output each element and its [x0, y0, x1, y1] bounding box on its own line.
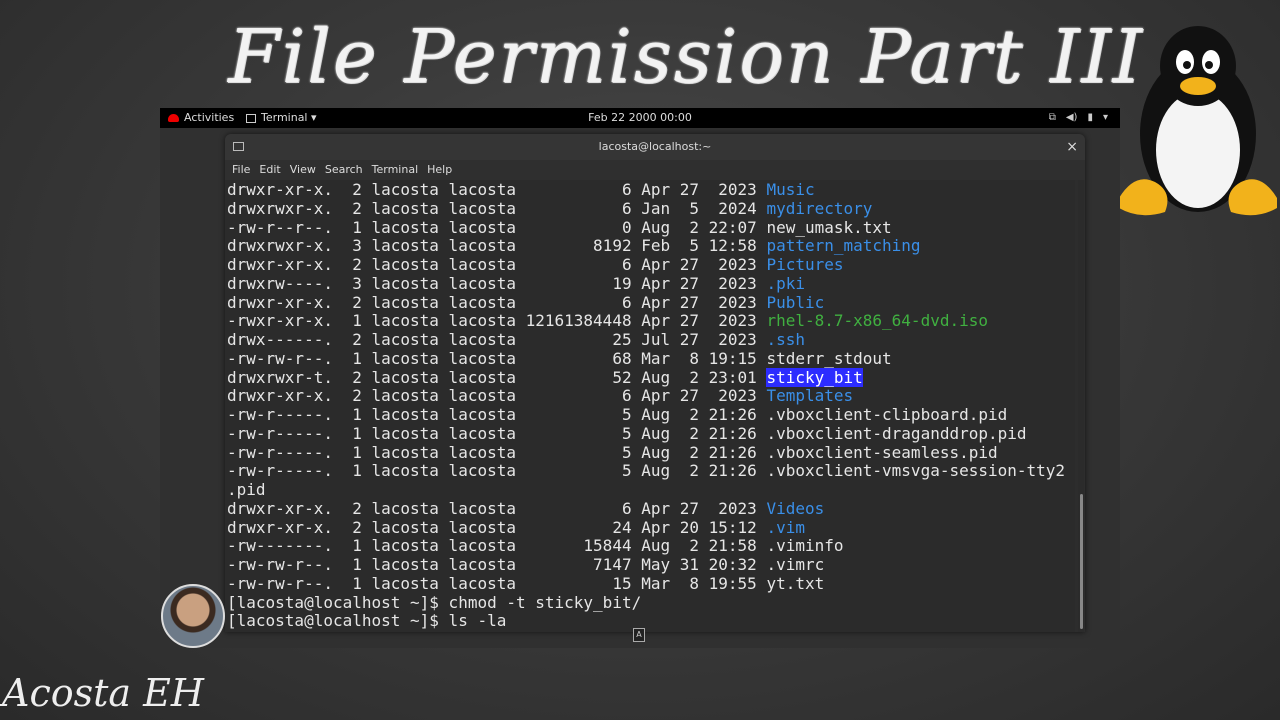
terminal-line: -rw-rw-r--. 1 lacosta lacosta 68 Mar 8 1…	[227, 348, 1075, 369]
file-name: .pki	[766, 273, 805, 293]
volume-icon: ◀)	[1065, 112, 1078, 123]
clock[interactable]: Feb 22 2000 00:00	[160, 108, 1120, 128]
terminal-output[interactable]: drwxr-xr-x. 2 lacosta lacosta 6 Apr 27 2…	[225, 180, 1075, 632]
line-text: -rw-------. 1 lacosta lacosta 15844 Aug …	[227, 536, 767, 556]
terminal-line: drwxr-xr-x. 2 lacosta lacosta 6 Apr 27 2…	[227, 498, 1075, 519]
menu-edit[interactable]: Edit	[259, 160, 280, 180]
file-name: .vboxclient-vmsvga-session-tty2	[766, 461, 1066, 481]
line-text: -rw-r-----. 1 lacosta lacosta 5 Aug 2 21…	[227, 442, 767, 462]
terminal-line: -rw-r--r--. 1 lacosta lacosta 0 Aug 2 22…	[227, 217, 1075, 238]
terminal-line: -rwxr-xr-x. 1 lacosta lacosta 1216138444…	[227, 311, 1075, 331]
menu-help[interactable]: Help	[427, 160, 452, 180]
window-titlebar[interactable]: lacosta@localhost:~ ×	[225, 134, 1085, 160]
chevron-down-icon: ▾	[1102, 112, 1108, 123]
file-name: Pictures	[766, 255, 844, 274]
line-text: drwxr-xr-x. 2 lacosta lacosta 6 Apr 27 2…	[227, 386, 767, 406]
line-text: -rw-rw-r--. 1 lacosta lacosta 7147 May 3…	[227, 555, 767, 574]
file-name: sticky_bit	[766, 367, 863, 387]
window-title: lacosta@localhost:~	[598, 140, 712, 153]
file-name: .vim	[766, 517, 805, 537]
file-name: mydirectory	[766, 198, 873, 218]
menu-view[interactable]: View	[290, 160, 316, 180]
mouse-pointer-indicator: A	[633, 628, 645, 642]
terminal-line: [lacosta@localhost ~]$ ls -la	[227, 611, 1075, 631]
file-name: new_umask.txt	[766, 217, 892, 237]
line-text: [lacosta@localhost ~]$ chmod -t sticky_b…	[227, 592, 642, 612]
line-text: drwxrw----. 3 lacosta lacosta 19 Apr 27 …	[227, 273, 767, 293]
terminal-line: -rw-rw-r--. 1 lacosta lacosta 7147 May 3…	[227, 555, 1075, 575]
line-text: -rw-r-----. 1 lacosta lacosta 5 Aug 2 21…	[227, 423, 767, 443]
terminal-line: -rw-rw-r--. 1 lacosta lacosta 15 Mar 8 1…	[227, 573, 1075, 594]
line-text: drwx------. 2 lacosta lacosta 25 Jul 27 …	[227, 330, 767, 349]
file-name: .vboxclient-draganddrop.pid	[766, 423, 1027, 443]
line-text: drwxr-xr-x. 2 lacosta lacosta 6 Apr 27 2…	[227, 292, 767, 312]
file-name: .vboxclient-clipboard.pid	[766, 405, 1008, 424]
close-button[interactable]: ×	[1066, 134, 1078, 160]
line-text: .pid	[227, 480, 266, 499]
network-icon: ⧉	[1048, 112, 1056, 123]
video-title: File Permission Part III	[228, 14, 1144, 100]
signature-watermark: Acosta EH	[2, 671, 204, 715]
scrollbar-thumb[interactable]	[1080, 494, 1083, 629]
line-text: drwxrwxr-x. 2 lacosta lacosta 6 Jan 5 20…	[227, 198, 767, 218]
line-text: [lacosta@localhost ~]$ ls -la	[227, 611, 507, 631]
line-text: drwxr-xr-x. 2 lacosta lacosta 6 Apr 27 2…	[227, 255, 767, 274]
gnome-top-bar: Activities Terminal ▾ Feb 22 2000 00:00 …	[160, 108, 1120, 128]
terminal-line: [lacosta@localhost ~]$ chmod -t sticky_b…	[227, 592, 1075, 613]
file-name: .ssh	[766, 330, 805, 349]
tux-penguin-logo	[1119, 26, 1277, 216]
line-text: -rw-rw-r--. 1 lacosta lacosta 68 Mar 8 1…	[227, 348, 767, 368]
vm-desktop: Activities Terminal ▾ Feb 22 2000 00:00 …	[160, 108, 1120, 648]
menu-search[interactable]: Search	[325, 160, 363, 180]
terminal-line: .pid	[227, 480, 1075, 500]
line-text: drwxrwxr-t. 2 lacosta lacosta 52 Aug 2 2…	[227, 367, 767, 387]
presenter-avatar	[161, 584, 225, 648]
file-name: Public	[766, 292, 825, 312]
menu-bar: File Edit View Search Terminal Help	[225, 160, 1085, 180]
terminal-line: drwxrw----. 3 lacosta lacosta 19 Apr 27 …	[227, 273, 1075, 294]
terminal-line: -rw-------. 1 lacosta lacosta 15844 Aug …	[227, 536, 1075, 556]
line-text: -rwxr-xr-x. 1 lacosta lacosta 1216138444…	[227, 311, 767, 331]
file-name: .viminfo	[766, 536, 844, 556]
terminal-line: drwxr-xr-x. 2 lacosta lacosta 6 Apr 27 2…	[227, 386, 1075, 406]
file-name: yt.txt	[766, 573, 825, 593]
line-text: -rw-rw-r--. 1 lacosta lacosta 15 Mar 8 1…	[227, 573, 767, 593]
line-text: -rw-r--r--. 1 lacosta lacosta 0 Aug 2 22…	[227, 217, 767, 237]
terminal-line: -rw-r-----. 1 lacosta lacosta 5 Aug 2 21…	[227, 405, 1075, 425]
line-text: drwxrwxr-x. 3 lacosta lacosta 8192 Feb 5…	[227, 236, 767, 256]
terminal-line: drwxr-xr-x. 2 lacosta lacosta 6 Apr 27 2…	[227, 180, 1075, 200]
line-text: drwxr-xr-x. 2 lacosta lacosta 6 Apr 27 2…	[227, 498, 767, 518]
terminal-window: lacosta@localhost:~ × File Edit View Search…	[225, 134, 1085, 632]
terminal-line: drwxrwxr-x. 2 lacosta lacosta 6 Jan 5 20…	[227, 198, 1075, 219]
file-name: Music	[766, 180, 815, 199]
line-text: drwxr-xr-x. 2 lacosta lacosta 6 Apr 27 2…	[227, 180, 767, 199]
system-tray[interactable]: ⧉ ◀) ▮ ▾	[1049, 108, 1108, 128]
file-name: .vboxclient-seamless.pid	[766, 442, 998, 462]
file-name: Videos	[766, 498, 825, 518]
menu-terminal[interactable]: Terminal	[372, 160, 419, 180]
file-name: pattern_matching	[766, 236, 921, 256]
line-text: drwxr-xr-x. 2 lacosta lacosta 24 Apr 20 …	[227, 517, 767, 537]
battery-icon: ▮	[1087, 112, 1093, 123]
menu-file[interactable]: File	[232, 160, 250, 180]
terminal-line: drwxrwxr-t. 2 lacosta lacosta 52 Aug 2 2…	[227, 367, 1075, 388]
file-name: rhel-8.7-x86_64-dvd.iso	[766, 311, 988, 331]
terminal-line: drwxr-xr-x. 2 lacosta lacosta 6 Apr 27 2…	[227, 292, 1075, 313]
terminal-line: -rw-r-----. 1 lacosta lacosta 5 Aug 2 21…	[227, 461, 1075, 481]
line-text: -rw-r-----. 1 lacosta lacosta 5 Aug 2 21…	[227, 405, 767, 424]
terminal-line: -rw-r-----. 1 lacosta lacosta 5 Aug 2 21…	[227, 442, 1075, 463]
file-name: Templates	[766, 386, 854, 406]
line-text: -rw-r-----. 1 lacosta lacosta 5 Aug 2 21…	[227, 461, 767, 481]
terminal-line: drwxr-xr-x. 2 lacosta lacosta 24 Apr 20 …	[227, 517, 1075, 538]
terminal-line: drwxr-xr-x. 2 lacosta lacosta 6 Apr 27 2…	[227, 255, 1075, 275]
terminal-line: drwxrwxr-x. 3 lacosta lacosta 8192 Feb 5…	[227, 236, 1075, 256]
terminal-line: drwx------. 2 lacosta lacosta 25 Jul 27 …	[227, 330, 1075, 350]
file-name: stderr_stdout	[766, 348, 892, 368]
file-name: .vimrc	[766, 555, 825, 574]
terminal-line: -rw-r-----. 1 lacosta lacosta 5 Aug 2 21…	[227, 423, 1075, 444]
